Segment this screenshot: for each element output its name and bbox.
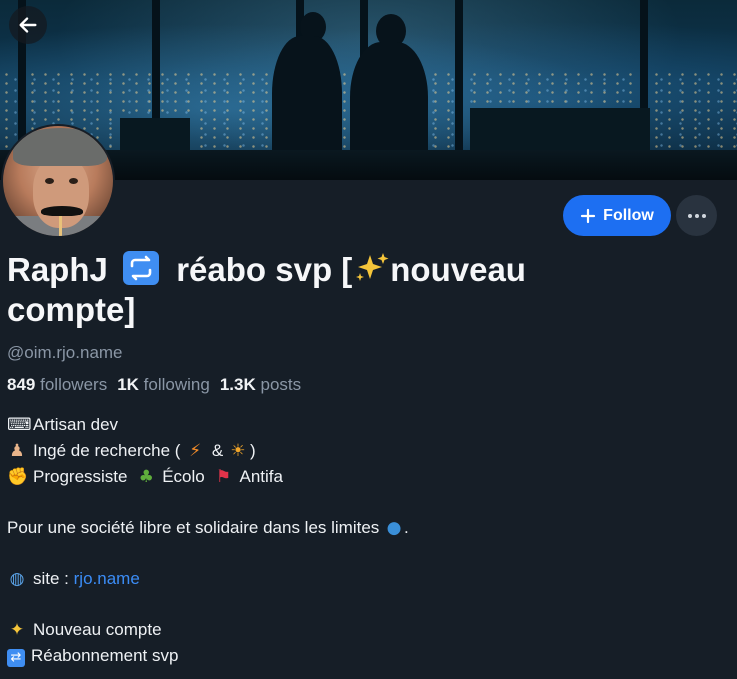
- site-label: site :: [33, 569, 69, 588]
- bio-line1-text: Artisan dev: [33, 415, 119, 434]
- raised-fist-icon: ✊: [7, 467, 29, 487]
- bio-line3-c: Antifa: [239, 467, 283, 486]
- display-name-part2: réabo svp [: [176, 251, 353, 288]
- display-name-part4: compte]: [7, 291, 136, 328]
- bio-line: ♟ Ingé de recherche ( ⚡ & ☀): [7, 438, 727, 464]
- sun-icon: ☀: [230, 441, 246, 461]
- bio-line: ✦ Nouveau compte: [7, 617, 727, 643]
- bio-line2-c: ): [249, 441, 256, 460]
- followers-stat[interactable]: 849 followers: [7, 375, 107, 395]
- profile-bio: ⌨Artisan dev ♟ Ingé de recherche ( ⚡ & ☀)…: [7, 412, 727, 668]
- sparkles-icon: ✦: [9, 620, 25, 640]
- keyboard-icon: ⌨: [7, 415, 32, 435]
- more-dots-icon: [687, 213, 706, 218]
- avatar[interactable]: [1, 124, 115, 238]
- bio-line4-end: .: [404, 518, 409, 537]
- repost-icon: ⇄: [7, 649, 25, 667]
- posts-stat: 1.3K posts: [220, 375, 301, 395]
- profile-handle: @oim.rjo.name: [7, 343, 123, 362]
- bio-line3-b: Écolo: [162, 467, 205, 486]
- bio-line: ⌨Artisan dev: [7, 412, 727, 438]
- bio-line2-a: Ingé de recherche (: [33, 441, 181, 460]
- display-name-part1: RaphJ: [7, 251, 108, 288]
- bio-line: ⇄ Réabonnement svp: [7, 643, 727, 668]
- posts-label: posts: [260, 375, 302, 394]
- sparkles-icon: [356, 253, 389, 281]
- more-options-button[interactable]: [676, 195, 717, 236]
- back-button[interactable]: [9, 6, 47, 44]
- profile-stats: 849 followers 1K following 1.3K posts: [7, 375, 301, 395]
- bio-line3-a: Progressiste: [33, 467, 128, 486]
- red-flag-icon: ⚑: [215, 467, 232, 487]
- scientist-icon: ♟: [9, 441, 25, 461]
- globe-icon: ◍: [9, 569, 25, 589]
- followers-count: 849: [7, 375, 36, 394]
- bio-line7-text: Réabonnement svp: [31, 646, 179, 665]
- bio-line2-b: &: [211, 441, 224, 460]
- following-label: following: [143, 375, 210, 394]
- bio-line4-text: Pour une société libre et solidaire dans…: [7, 518, 380, 537]
- followers-label: followers: [40, 375, 108, 394]
- earth-globe-icon: ●: [386, 518, 402, 538]
- following-count: 1K: [117, 375, 139, 394]
- display-name: RaphJ réabo svp [ nouveau compte]: [7, 250, 647, 330]
- arrow-left-icon: [19, 17, 37, 33]
- follow-button[interactable]: Follow: [563, 195, 671, 236]
- follow-label: Follow: [603, 206, 654, 224]
- bio-line: ✊ Progressiste ♣ Écolo ⚑ Antifa: [7, 464, 727, 490]
- posts-count: 1.3K: [219, 375, 256, 394]
- tree-icon: ♣: [138, 467, 154, 487]
- repost-icon: [123, 251, 160, 285]
- plus-icon: [581, 208, 596, 223]
- following-stat[interactable]: 1K following: [117, 375, 210, 395]
- bio-line6-text: Nouveau compte: [33, 620, 162, 639]
- site-link[interactable]: rjo.name: [74, 569, 140, 588]
- lightning-icon: ⚡: [189, 441, 202, 461]
- display-name-part3: nouveau: [390, 251, 526, 288]
- bio-line: Pour une société libre et solidaire dans…: [7, 515, 727, 541]
- profile-banner: [0, 0, 737, 180]
- bio-line: ◍ site : rjo.name: [7, 566, 727, 592]
